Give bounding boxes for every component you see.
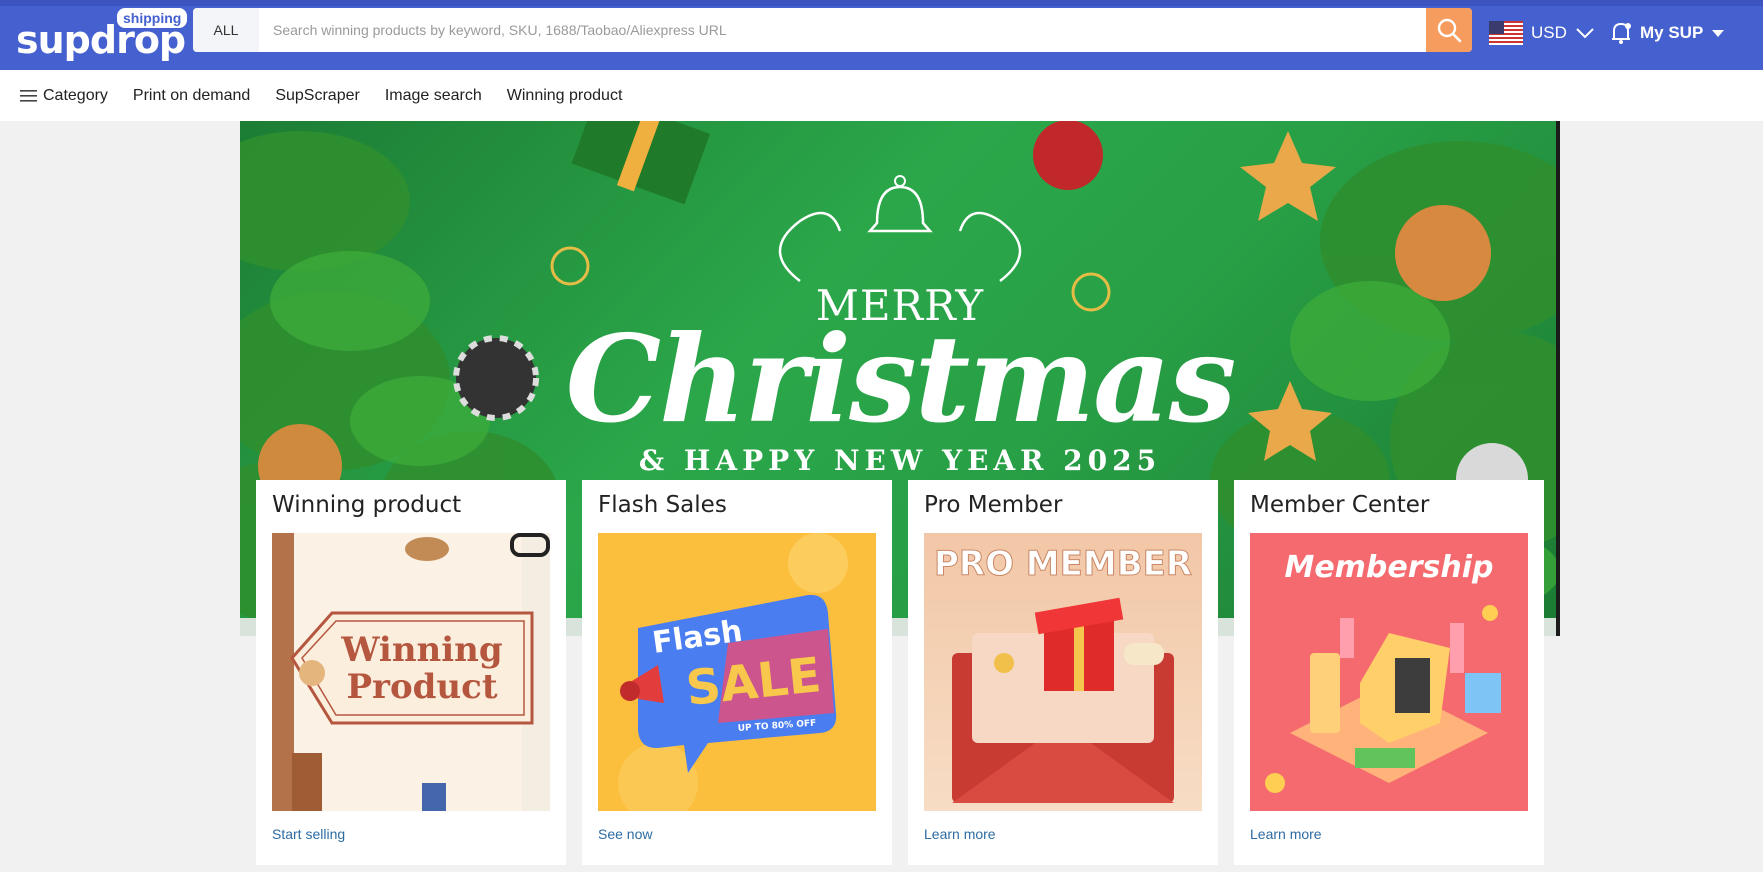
- currency-label: USD: [1531, 23, 1567, 42]
- card-title: Flash Sales: [598, 492, 727, 518]
- nav-winning-product[interactable]: Winning product: [507, 87, 623, 105]
- search-button[interactable]: [1426, 8, 1472, 52]
- nav-supscraper[interactable]: SupScraper: [275, 87, 360, 105]
- member-center-learn-more-link[interactable]: Learn more: [1250, 826, 1322, 842]
- card-member-center[interactable]: Member Center Membership Learn more: [1234, 480, 1544, 865]
- menu-icon: [20, 89, 37, 102]
- card-title: Winning product: [272, 492, 462, 518]
- winning-product-image[interactable]: Winning Product: [272, 533, 550, 811]
- banner-right-edge: [1556, 121, 1560, 636]
- main-nav: Category Print on demand SupScraper Imag…: [0, 70, 1763, 121]
- account-label: My SUP: [1640, 23, 1704, 42]
- nav-image-search[interactable]: Image search: [385, 87, 482, 105]
- membership-image[interactable]: Membership: [1250, 533, 1528, 811]
- card-title: Pro Member: [924, 492, 1063, 518]
- flash-sale-image[interactable]: Flash SALE UP TO 80% OFF: [598, 533, 876, 811]
- winning-image-text-1: Winning: [340, 630, 502, 670]
- pro-member-learn-more-link[interactable]: Learn more: [924, 826, 996, 842]
- card-flash-sales[interactable]: Flash Sales Flash SALE UP TO 80% OFF See…: [582, 480, 892, 865]
- search-scope-select[interactable]: ALL: [193, 8, 259, 52]
- logo-shipping-tag: shipping: [117, 8, 188, 28]
- banner-christmas-text: Christmas: [565, 309, 1237, 450]
- nav-category[interactable]: Category: [20, 87, 108, 105]
- bell-icon: [1612, 22, 1631, 44]
- pro-member-image[interactable]: PRO MEMBER: [924, 533, 1202, 811]
- chevron-down-icon: [1576, 28, 1594, 39]
- card-title: Member Center: [1250, 492, 1430, 518]
- pro-member-illustration: PRO MEMBER: [933, 544, 1193, 803]
- nav-category-label: Category: [43, 86, 108, 104]
- membership-illustration: Membership: [1265, 550, 1501, 793]
- top-header: supdrop shipping ALL USD: [0, 0, 1763, 70]
- card-pro-member[interactable]: Pro Member PRO MEMBER Learn more: [908, 480, 1218, 865]
- winning-image-text-2: Product: [346, 667, 497, 707]
- see-now-link[interactable]: See now: [598, 826, 652, 842]
- flash-sale-illustration: Flash SALE UP TO 80% OFF: [618, 533, 848, 811]
- us-flag-icon: [1489, 21, 1523, 45]
- nav-print-on-demand[interactable]: Print on demand: [133, 87, 250, 105]
- start-selling-link[interactable]: Start selling: [272, 826, 345, 842]
- currency-selector[interactable]: USD: [1489, 18, 1595, 48]
- winning-product-illustration: Winning Product: [272, 533, 550, 811]
- account-menu[interactable]: My SUP: [1610, 18, 1725, 48]
- search-icon: [1437, 18, 1462, 43]
- search-input[interactable]: [259, 8, 1419, 52]
- pro-member-image-text: PRO MEMBER: [934, 544, 1192, 584]
- card-winning-product[interactable]: Winning product Winning Product Start se…: [256, 480, 566, 865]
- search-bar: ALL: [193, 8, 1472, 52]
- supdrop-logo[interactable]: supdrop shipping: [16, 8, 188, 62]
- banner-new-year-text: & HAPPY NEW YEAR 2025: [638, 444, 1162, 477]
- membership-image-text: Membership: [1284, 550, 1493, 585]
- caret-down-icon: [1712, 30, 1725, 37]
